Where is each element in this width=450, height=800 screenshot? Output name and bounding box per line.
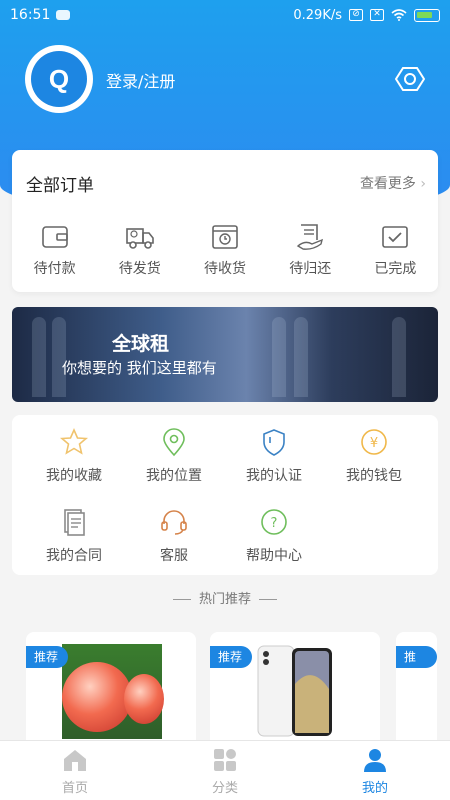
service-label: 帮助中心 [246,548,302,564]
product-image [62,644,164,739]
product-card[interactable]: 推荐 [26,632,196,752]
order-pending-return[interactable]: 待归还 [268,222,353,278]
chevron-right-icon: › [420,176,426,192]
my-contract-button[interactable]: 我的合同 [24,507,124,565]
svg-text:?: ? [271,516,278,531]
svg-text:¥: ¥ [370,436,378,451]
banner-subtitle: 你想要的 我们这里都有 [62,359,217,377]
help-icon: ? [261,509,287,535]
service-label: 我的钱包 [346,468,402,484]
my-wallet-button[interactable]: ¥ 我的钱包 [324,427,424,485]
home-icon [64,750,86,771]
status-bar: 16:51 0.29K/s ⊘ ✕ [0,0,450,30]
my-favorites-button[interactable]: 我的收藏 [24,427,124,485]
product-card[interactable]: 推荐 [210,632,380,752]
divider [259,599,277,600]
alarm-off-icon: ⊘ [349,9,363,21]
view-more-label: 查看更多 [359,176,416,192]
hot-recommend-header: 热门推荐 [0,588,450,607]
recommend-tag: 推荐 [210,646,253,668]
star-icon [59,428,89,455]
view-more-link[interactable]: 查看更多 › [360,173,426,193]
tab-category[interactable]: 分类 [150,741,300,800]
tab-label: 分类 [211,781,238,796]
services-card: 我的收藏 我的位置 我的认证 ¥ 我的钱包 我的合同 客服 ? 帮助中心 [12,415,438,575]
banner-title: 全球租 [112,333,170,355]
login-register-link[interactable]: 登录/注册 [106,68,175,92]
hot-title: 热门推荐 [198,592,251,607]
customer-service-button[interactable]: 客服 [124,507,224,565]
bottom-tab-bar: 首页 分类 我的 [0,740,450,800]
headset-icon [161,510,187,535]
banner-decoration [272,317,286,397]
network-speed: 0.29K/s [293,7,342,23]
order-completed[interactable]: 已完成 [353,222,438,278]
return-icon [297,224,324,250]
promo-banner[interactable]: 全球租 你想要的 我们这里都有 [12,307,438,402]
order-pending-receipt[interactable]: 待收货 [182,222,267,278]
logo-icon: Q [31,51,87,107]
recommend-tag: 推荐 [26,646,69,668]
check-icon [382,226,409,248]
tab-home[interactable]: 首页 [0,741,150,800]
tab-label: 首页 [61,781,88,796]
banner-decoration [392,317,406,397]
service-label: 我的认证 [246,468,302,484]
peach-shape [62,662,132,732]
service-label: 我的收藏 [46,468,102,484]
orders-title: 全部订单 [26,176,94,196]
wallet-yen-icon: ¥ [361,429,387,455]
avatar[interactable]: Q [25,45,93,113]
location-icon [163,428,185,457]
divider [172,599,191,600]
order-item-label: 已完成 [374,261,417,277]
order-item-label: 待付款 [33,261,76,277]
shield-icon [263,429,285,456]
service-label: 客服 [160,548,188,564]
wifi-icon [391,9,407,21]
tab-label: 我的 [361,781,388,796]
service-label: 我的合同 [46,548,102,564]
banner-decoration [32,317,46,397]
my-location-button[interactable]: 我的位置 [124,427,224,485]
help-center-button[interactable]: ? 帮助中心 [224,507,324,565]
sim-icon: ✕ [370,9,384,21]
message-notification-icon [56,10,71,20]
settings-icon[interactable] [395,64,425,94]
tab-mine[interactable]: 我的 [300,741,450,800]
contract-icon [64,509,85,536]
user-icon [364,749,386,772]
peach-shape [124,674,164,724]
my-verification-button[interactable]: 我的认证 [224,427,324,485]
battery-icon [414,8,440,22]
order-item-label: 待收货 [204,261,246,277]
truck-icon [125,228,154,249]
orders-card: 全部订单 查看更多 › 待付款 待发货 待收货 待归还 已完成 [12,150,438,292]
box-clock-icon [212,225,238,249]
category-icon [214,749,236,771]
service-label: 我的位置 [146,468,202,484]
status-time: 16:51 [10,7,51,23]
product-card[interactable]: 推荐 [396,632,437,752]
product-image [257,645,332,737]
banner-decoration [294,317,308,397]
order-item-label: 待发货 [118,261,161,277]
order-pending-shipment[interactable]: 待发货 [97,222,182,278]
wallet-icon [41,226,68,248]
order-item-label: 待归还 [289,261,332,277]
order-pending-payment[interactable]: 待付款 [12,222,97,278]
recommend-tag: 推荐 [396,646,437,686]
